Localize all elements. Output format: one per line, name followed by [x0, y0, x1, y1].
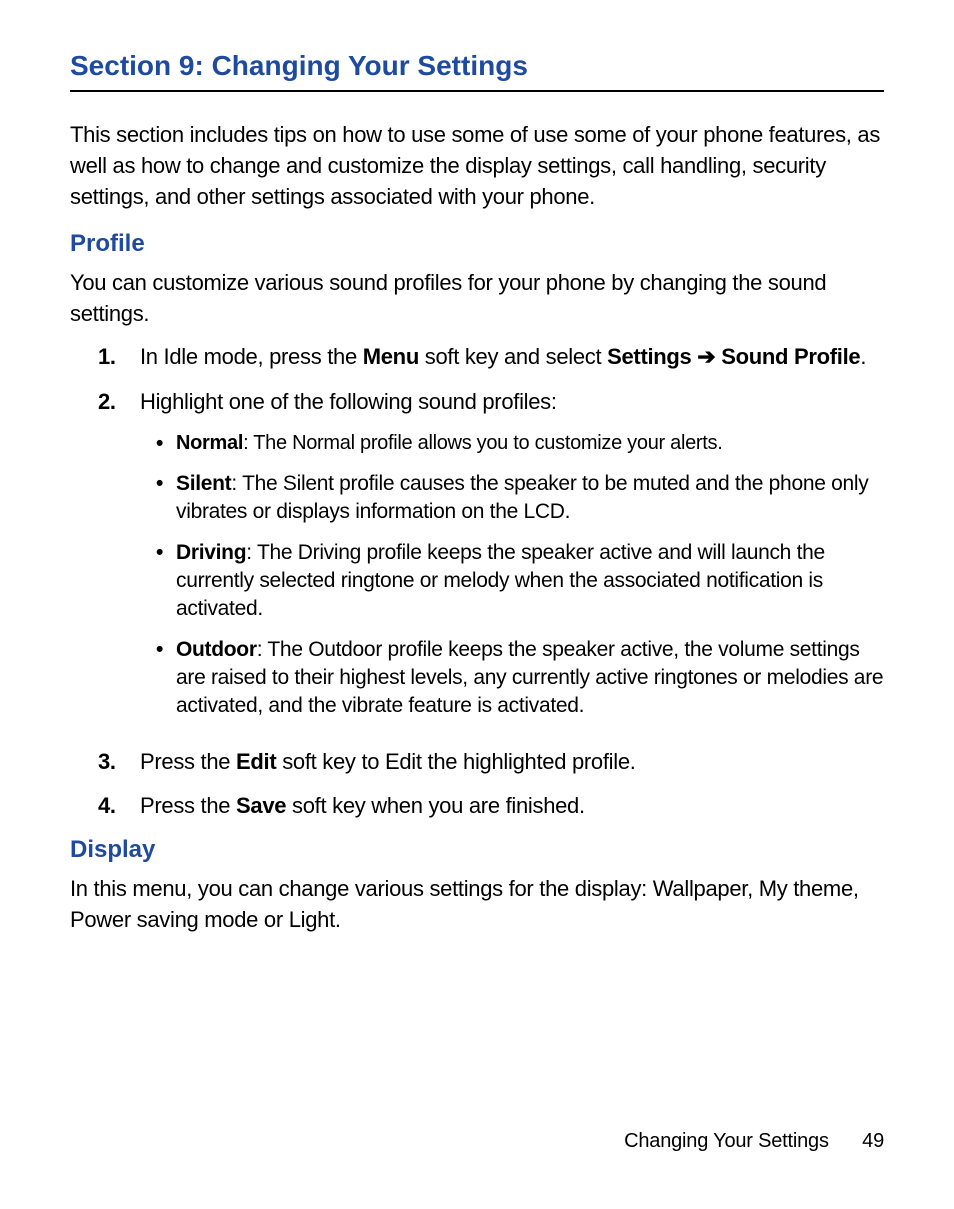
bullet-content: Silent: The Silent profile causes the sp… — [176, 470, 884, 527]
bullet-icon: • — [156, 539, 176, 624]
bullet-desc: : The Outdoor profile keeps the speaker … — [176, 638, 883, 718]
bullet-outdoor: • Outdoor: The Outdoor profile keeps the… — [156, 636, 884, 721]
bullet-normal: • Normal: The Normal profile allows you … — [156, 430, 884, 458]
text-fragment: Press the — [140, 749, 236, 774]
bullet-label: Outdoor — [176, 638, 257, 661]
step-number: 2. — [98, 387, 140, 733]
step-content: Highlight one of the following sound pro… — [140, 387, 884, 733]
profile-steps: 1. In Idle mode, press the Menu soft key… — [70, 342, 884, 822]
page-footer: Changing Your Settings 49 — [624, 1130, 884, 1153]
step-content: In Idle mode, press the Menu soft key an… — [140, 342, 884, 373]
display-heading: Display — [70, 836, 884, 864]
arrow-icon: ➔ — [692, 344, 722, 369]
bullet-label: Silent — [176, 472, 231, 495]
bullet-icon: • — [156, 636, 176, 721]
text-fragment: soft key when you are finished. — [286, 793, 585, 818]
keyword-settings: Settings — [607, 344, 691, 369]
section-intro: This section includes tips on how to use… — [70, 120, 884, 212]
page-number: 49 — [862, 1130, 884, 1152]
bullet-content: Outdoor: The Outdoor profile keeps the s… — [176, 636, 884, 721]
text-fragment: soft key and select — [419, 344, 607, 369]
step-content: Press the Edit soft key to Edit the high… — [140, 747, 884, 778]
footer-title: Changing Your Settings — [624, 1130, 829, 1152]
bullet-icon: • — [156, 470, 176, 527]
step-number: 3. — [98, 747, 140, 778]
step-content: Press the Save soft key when you are fin… — [140, 791, 884, 822]
text-fragment: In Idle mode, press the — [140, 344, 363, 369]
keyword-save: Save — [236, 793, 286, 818]
profile-intro: You can customize various sound profiles… — [70, 268, 884, 330]
profile-bullets: • Normal: The Normal profile allows you … — [140, 430, 884, 721]
step-number: 4. — [98, 791, 140, 822]
step-text: Highlight one of the following sound pro… — [140, 389, 557, 414]
step-3: 3. Press the Edit soft key to Edit the h… — [98, 747, 884, 778]
text-fragment: Press the — [140, 793, 236, 818]
bullet-content: Driving: The Driving profile keeps the s… — [176, 539, 884, 624]
profile-heading: Profile — [70, 230, 884, 258]
keyword-edit: Edit — [236, 749, 276, 774]
step-4: 4. Press the Save soft key when you are … — [98, 791, 884, 822]
text-fragment: soft key to Edit the highlighted profile… — [276, 749, 635, 774]
bullet-silent: • Silent: The Silent profile causes the … — [156, 470, 884, 527]
keyword-menu: Menu — [363, 344, 419, 369]
bullet-label: Normal — [176, 432, 243, 454]
section-title: Section 9: Changing Your Settings — [70, 50, 884, 92]
bullet-desc: : The Driving profile keeps the speaker … — [176, 541, 825, 621]
bullet-label: Driving — [176, 541, 246, 564]
step-2: 2. Highlight one of the following sound … — [98, 387, 884, 733]
keyword-sound-profile: Sound Profile — [721, 344, 860, 369]
display-intro: In this menu, you can change various set… — [70, 874, 884, 936]
bullet-content: Normal: The Normal profile allows you to… — [176, 430, 884, 458]
bullet-driving: • Driving: The Driving profile keeps the… — [156, 539, 884, 624]
step-1: 1. In Idle mode, press the Menu soft key… — [98, 342, 884, 373]
text-fragment: . — [860, 344, 866, 369]
bullet-desc: : The Normal profile allows you to custo… — [243, 432, 722, 454]
bullet-desc: : The Silent profile causes the speaker … — [176, 472, 868, 523]
step-number: 1. — [98, 342, 140, 373]
bullet-icon: • — [156, 430, 176, 458]
